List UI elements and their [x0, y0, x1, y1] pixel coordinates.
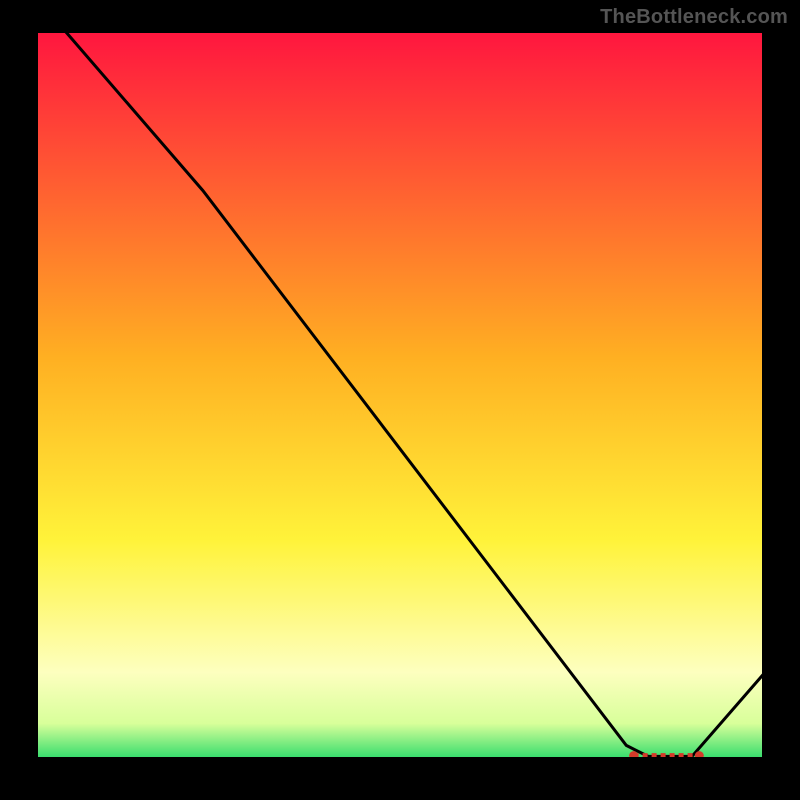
watermark-text: TheBottleneck.com	[600, 6, 788, 29]
plot-border	[35, 30, 765, 760]
chart-container: TheBottleneck.com	[0, 0, 800, 800]
